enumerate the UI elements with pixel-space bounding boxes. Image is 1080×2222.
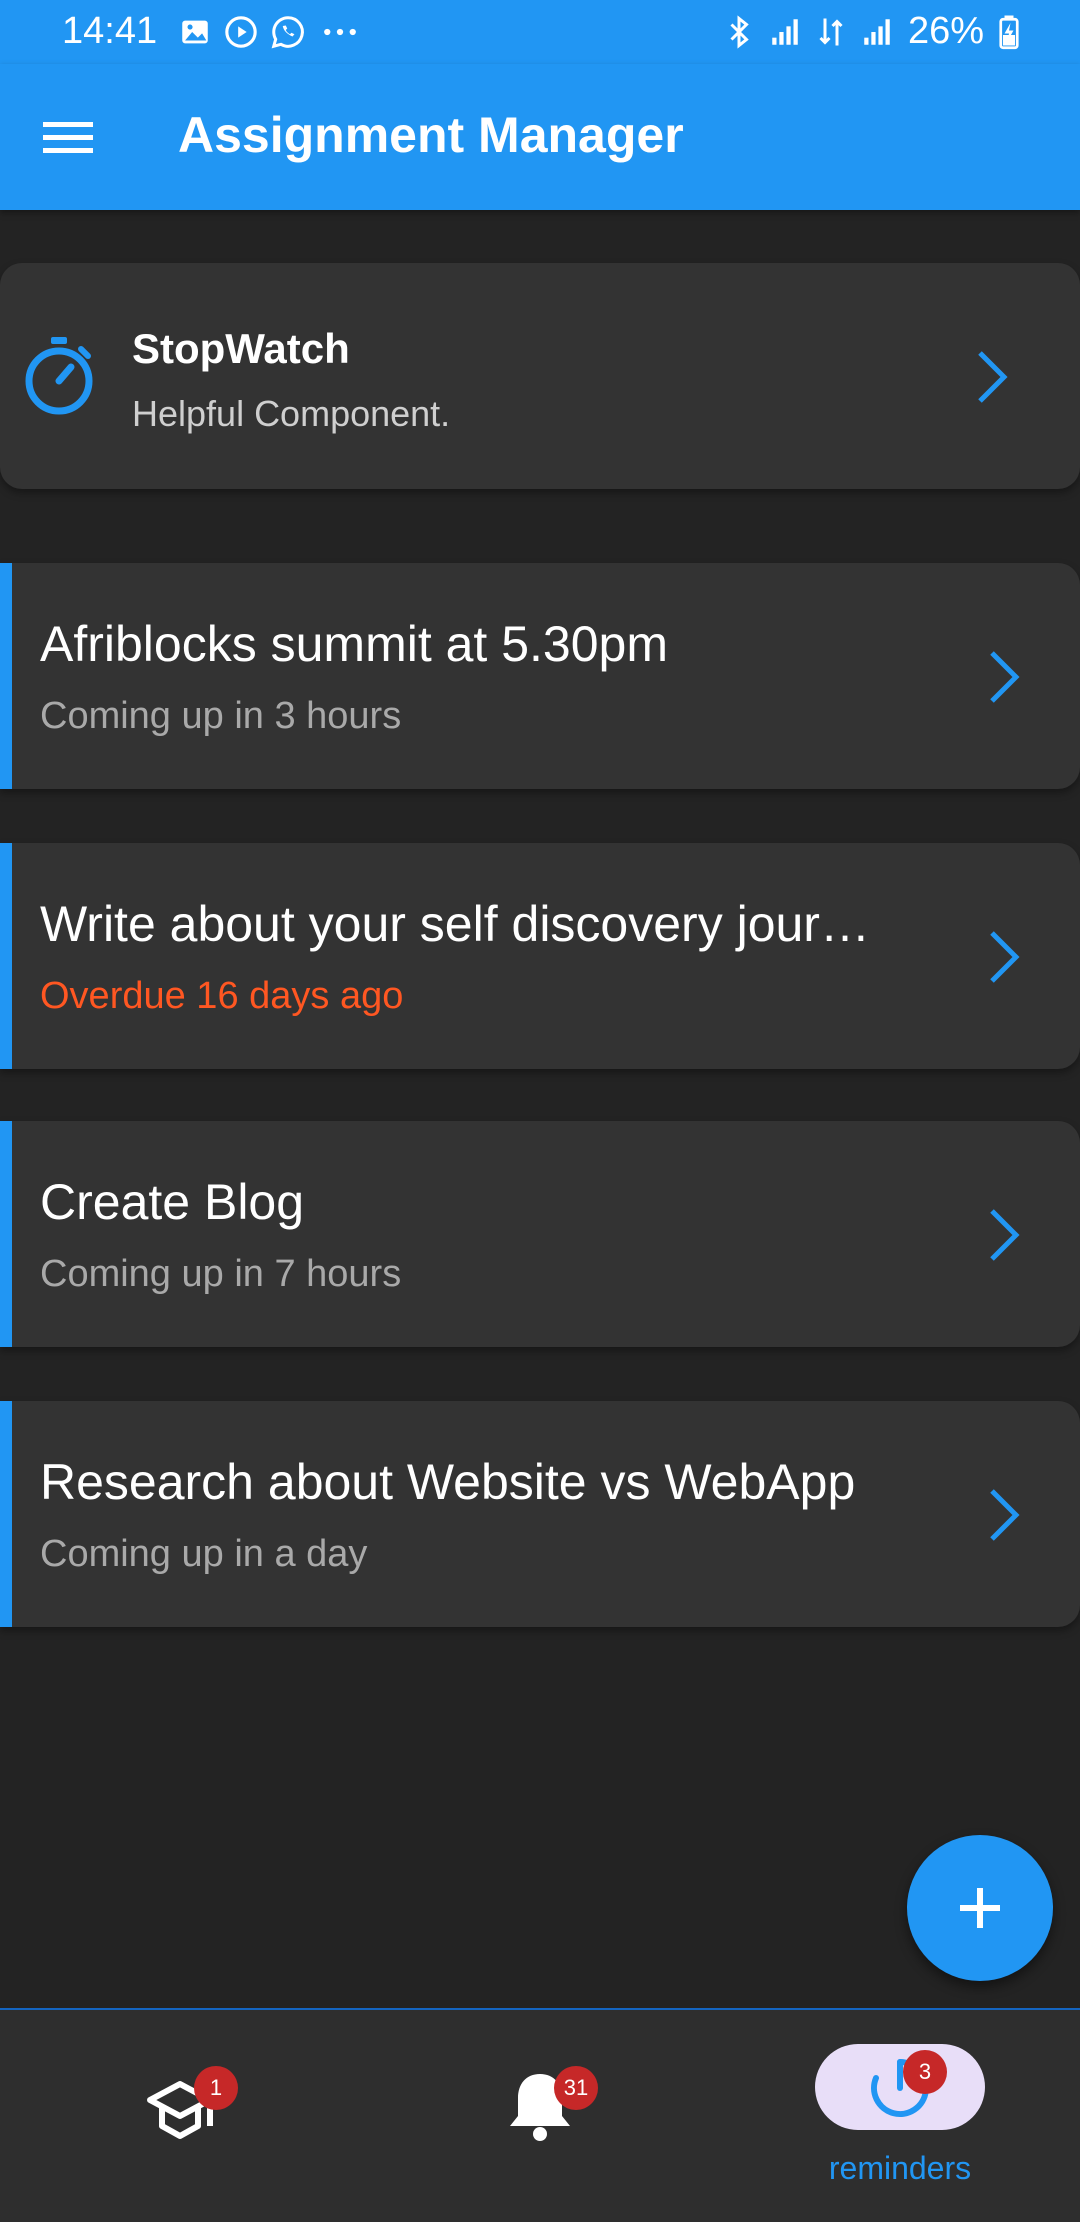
nav-item-reminders[interactable]: 3 xyxy=(815,2044,985,2130)
task-status: Coming up in a day xyxy=(40,1533,368,1575)
task-title: Research about Website vs WebApp xyxy=(40,1454,856,1510)
task-title: Create Blog xyxy=(40,1174,305,1230)
bluetooth-icon xyxy=(730,14,749,49)
reminders-badge: 3 xyxy=(903,2050,947,2094)
status-system-icons: 26% xyxy=(724,10,1020,53)
stopwatch-icon xyxy=(25,337,93,415)
task-status-overdue: Overdue 16 days ago xyxy=(40,975,404,1017)
status-bar: 14:41 26% xyxy=(0,0,1080,64)
more-icon xyxy=(324,28,356,36)
task-card[interactable]: Write about your self discovery jour… Ov… xyxy=(0,843,1080,1069)
task-card[interactable]: Create Blog Coming up in 7 hours xyxy=(0,1121,1080,1347)
task-status: Coming up in 7 hours xyxy=(40,1253,402,1295)
chevron-right-icon xyxy=(990,651,1020,703)
plus-icon xyxy=(960,1888,1000,1928)
chevron-right-icon xyxy=(990,1209,1020,1261)
status-notification-icons xyxy=(178,14,362,50)
assignments-icon-wrap: 1 xyxy=(130,2060,238,2150)
hamburger-menu-icon xyxy=(43,122,93,153)
signal-icon-2 xyxy=(864,18,890,45)
task-card[interactable]: Afriblocks summit at 5.30pm Coming up in… xyxy=(0,563,1080,789)
notifications-icon-wrap: 31 xyxy=(490,2060,598,2150)
menu-button[interactable] xyxy=(40,110,96,166)
battery-charging-icon xyxy=(999,15,1019,49)
stopwatch-subtitle: Helpful Component. xyxy=(132,393,451,434)
chevron-right-icon xyxy=(990,931,1020,983)
bottom-navigation: 1 31 3 reminders xyxy=(0,2008,1080,2222)
reminders-label[interactable]: reminders xyxy=(780,2150,1020,2187)
chevron-right-icon xyxy=(978,351,1008,403)
status-time: 14:41 xyxy=(62,10,158,52)
battery-percentage: 26% xyxy=(907,10,984,52)
stopwatch-card[interactable]: StopWatch Helpful Component. xyxy=(0,263,1080,489)
task-status: Coming up in 3 hours xyxy=(40,695,402,737)
play-icon xyxy=(225,16,257,48)
stopwatch-title: StopWatch xyxy=(132,325,350,372)
app-bar: Assignment Manager xyxy=(0,64,1080,210)
chevron-right-icon xyxy=(990,1489,1020,1541)
nav-item-assignments[interactable]: 1 xyxy=(0,2010,360,2222)
task-title: Afriblocks summit at 5.30pm xyxy=(40,616,668,672)
nav-item-notifications[interactable]: 31 xyxy=(360,2010,720,2222)
assignments-badge: 1 xyxy=(194,2066,238,2110)
notifications-badge: 31 xyxy=(554,2066,598,2110)
whatsapp-icon xyxy=(271,16,304,49)
gallery-icon xyxy=(182,20,208,44)
data-transfer-icon xyxy=(819,18,843,45)
signal-icon xyxy=(772,18,798,45)
page-title: Assignment Manager xyxy=(178,107,684,163)
task-card[interactable]: Research about Website vs WebApp Coming … xyxy=(0,1401,1080,1627)
add-task-fab[interactable] xyxy=(907,1835,1053,1981)
task-title: Write about your self discovery jour… xyxy=(40,896,870,952)
